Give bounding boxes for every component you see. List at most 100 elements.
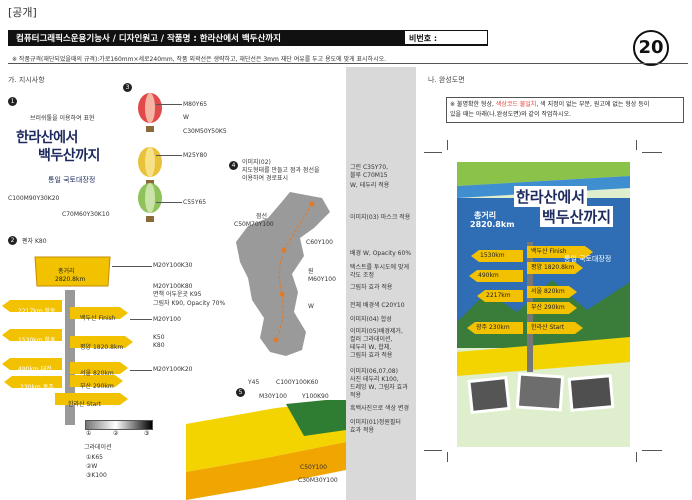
item-4-label-5: M60Y100: [308, 276, 336, 283]
top-sign-line2: 2820.8km: [55, 276, 86, 283]
id-label: 비번호 :: [409, 34, 438, 43]
ribbon-illustration: [186, 400, 346, 500]
sign-1: 2217km 항동: [18, 308, 56, 315]
poster-sign-1: 백두산 Finish: [531, 248, 567, 255]
item-1-title-line2: 백두산까지: [38, 148, 100, 164]
sign-2: 백두산 Finish: [80, 315, 116, 322]
section-left-heading: 가. 지시사항: [8, 76, 45, 84]
right-label-11: 이미지(05)배경제거,: [350, 328, 403, 335]
item-5-label-4: Y100K90: [302, 393, 329, 400]
item-5-badge: 5: [236, 388, 245, 397]
right-label-15: 이미지(06,07,08): [350, 368, 398, 375]
item-2-label-2: M20Y100K80: [153, 283, 193, 290]
item-3-label-4: M25Y80: [183, 152, 208, 159]
item-2-pen: 펜자 K80: [22, 238, 47, 245]
item-1-color-b: C70M60Y30K10: [62, 211, 110, 218]
right-note-pre: ※ 불명확한 형상,: [450, 101, 496, 108]
item-2-label-7: K80: [153, 342, 165, 349]
item-4-label-4: 원: [308, 268, 314, 275]
right-note-post: , 색 지정이 없는 부분, 원고에 없는 형상 등이: [536, 101, 650, 108]
poster-title-line1: 한라산에서: [514, 186, 588, 207]
item-4-label-2: C50M70Y100: [234, 221, 274, 228]
right-label-14: 그림자 효과 적용: [350, 352, 393, 359]
right-label-16: 사진 테두리 K100,: [350, 376, 399, 383]
poster-sign-3: 서울 820km: [531, 288, 565, 295]
item-2-badge: 2: [8, 236, 17, 245]
right-label-9: 전체 배경색 C20Y10: [350, 302, 405, 309]
sign-9: 한라산 Start: [68, 401, 102, 408]
right-note-highlight: 색상코드 불일치: [495, 101, 537, 108]
sign-4: 평양 1820.8km: [80, 344, 124, 351]
top-sign-line1: 총거리: [58, 268, 75, 275]
right-label-3: W, 테두리 적용: [350, 182, 390, 189]
item-2-label-8: M20Y100K20: [153, 366, 193, 373]
item-5-label-3: M30Y100: [259, 393, 287, 400]
title-text: 컴퓨터그래픽스운용기능사 / 디자인원고 / 작품명 : 한라산에서 백두산까지: [16, 34, 281, 44]
gradient-step-3: ③K100: [86, 472, 107, 479]
right-label-17: 드레잉 W, 그림자 효과: [350, 384, 408, 391]
poster-subtitle: 통일 국토대장정: [564, 255, 612, 263]
item-4-desc-2: 지도형태를 만들고 점과 점선을: [242, 167, 320, 174]
item-1-color-a: C100M90Y30K20: [8, 195, 60, 202]
gradient-step-2: ②W: [86, 463, 98, 470]
item-2-label-1: M20Y100K30: [153, 262, 193, 269]
right-label-1: 그린 C35Y70,: [350, 164, 388, 171]
right-label-18: 적용: [350, 392, 362, 399]
sign-5: 490km 대전: [18, 366, 52, 373]
item-5-label-2: C100Y100K60: [276, 379, 319, 386]
gradient-bar: [85, 420, 153, 430]
item-3-label-1: M80Y65: [183, 101, 208, 108]
right-label-2: 블루 C70M15: [350, 172, 388, 179]
right-label-13: 테두리 W, 합체,: [350, 344, 392, 351]
item-5-label-6: C30M30Y100: [298, 477, 338, 484]
sign-8: 부산 290km: [80, 383, 114, 390]
item-3-label-2: W: [183, 114, 189, 121]
item-4-desc-1: 이미지(02): [242, 159, 271, 166]
sign-7: 230km 광주: [20, 384, 54, 391]
document-tag: [공개]: [8, 6, 37, 19]
item-4-label-6: W: [308, 303, 314, 310]
gradient-mark-3: ③: [144, 430, 150, 437]
gradient-mark-2: ②: [113, 430, 119, 437]
right-label-7: 각도 조정: [350, 272, 374, 279]
section-right-heading: 나. 완성도면: [428, 76, 465, 84]
poster-sign-8: 490km: [478, 272, 499, 279]
item-2-label-6: K50: [153, 334, 165, 341]
item-4-label-1: 점선: [256, 213, 268, 220]
item-4-badge: 4: [229, 161, 238, 170]
poster-sign-5: 한라산 Start: [531, 324, 565, 331]
item-2-label-3: 면책 어두운곳 K95: [153, 291, 202, 298]
item-5-label-5: C50Y100: [300, 464, 327, 471]
item-3-label-3: C30M50Y50K5: [183, 128, 227, 135]
item-2-label-4: 그림자 K90, Opacity 70%: [153, 300, 226, 307]
page-number: 20: [633, 30, 669, 66]
item-1-subtitle: 통일 국토대장정: [48, 176, 96, 184]
right-note-line2: 있을 때는 아래(나.완성도면)와 같이 작업하시오.: [450, 111, 572, 118]
right-label-5: 배경 W, Opacity 60%: [350, 250, 412, 257]
item-3-label-5: C55Y65: [183, 199, 207, 206]
item-1-caption: 브러쉬툴을 이용하여 표현: [30, 115, 95, 122]
poster-sign-4: 부산 290km: [531, 304, 565, 311]
gradient-step-1: ①K65: [86, 454, 103, 461]
spec-note: ※ 작품규격(재단되었을때의 규격):가로160mm×세로240mm, 작품 외…: [12, 56, 387, 63]
right-label-19: 흑백사진으로 색상 변경: [350, 405, 410, 412]
sign-3: 1530km 함흥: [18, 337, 56, 344]
item-4-desc-3: 이용하여 경로표시: [242, 175, 289, 182]
item-2-label-5: M20Y100: [153, 316, 181, 323]
right-label-4: 이미지(03) 마스크 적용: [350, 214, 411, 221]
right-label-10: 이미지(04) 합성: [350, 316, 392, 323]
poster-sign-9: 2217km: [486, 292, 511, 299]
right-label-21: 효과 적용: [350, 427, 374, 434]
item-1-title-line1: 한라산에서: [16, 130, 78, 146]
item-5-label-1: Y45: [248, 379, 260, 386]
poster-sign-2: 평양 1820.8km: [531, 264, 575, 271]
right-label-20: 이미지(01)정원필터: [350, 419, 401, 426]
balloons-illustration: [138, 93, 162, 222]
sign-6: 서울 820km: [80, 370, 114, 377]
poster-title-line2: 백두산까지: [540, 206, 614, 227]
gradient-mark-1: ①: [86, 430, 92, 437]
poster-distance-line2: 2820.8km: [470, 220, 515, 229]
right-label-6: 텍스트를 투시도에 맞게: [350, 264, 410, 271]
item-4-label-3: C60Y100: [306, 239, 333, 246]
right-label-12: 컬러 그라데이션,: [350, 336, 393, 343]
